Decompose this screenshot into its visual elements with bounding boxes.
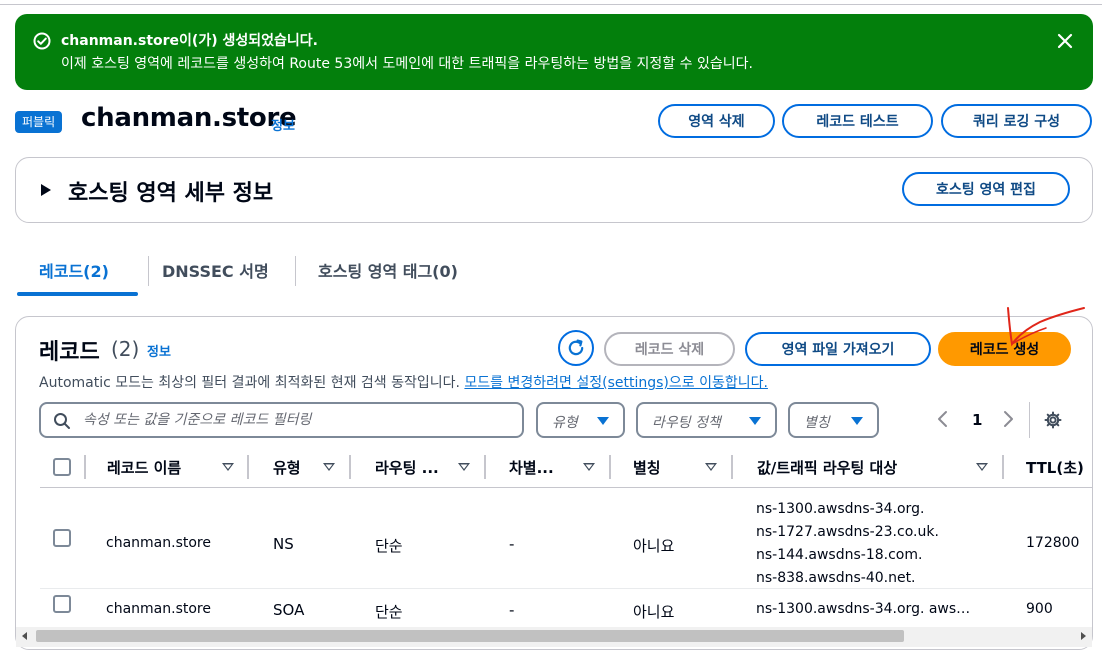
alias-filter-select[interactable]: 별칭 (788, 402, 879, 438)
differentiator-cell: - (509, 601, 515, 619)
test-record-button[interactable]: 레코드 테스트 (782, 104, 933, 138)
column-header-record-name[interactable]: 레코드 이름 (107, 457, 181, 478)
page-info-link[interactable]: 정보 (271, 115, 295, 134)
value-cell-line: ns-1300.awsdns-34.org. aws… (756, 601, 971, 617)
create-record-button[interactable]: 레코드 생성 (938, 332, 1071, 366)
column-header-type[interactable]: 유형 (273, 457, 301, 478)
delete-zone-button[interactable]: 영역 삭제 (658, 104, 775, 138)
details-title[interactable]: 호스팅 영역 세부 정보 (68, 175, 273, 207)
alias-cell: 아니요 (633, 603, 675, 621)
row-checkbox[interactable] (53, 529, 71, 547)
alias-filter-label: 별칭 (804, 415, 830, 431)
auto-mode-description: Automatic 모드는 최상의 필터 결과에 최적화된 현재 검색 동작입니… (39, 375, 460, 391)
change-mode-link[interactable]: 모드를 변경하려면 설정(settings)으로 이동합니다. (464, 375, 768, 391)
horizontal-scrollbar[interactable] (16, 627, 1092, 647)
refresh-icon (568, 339, 584, 356)
check-circle-icon (33, 32, 51, 50)
record-filter-search[interactable] (39, 402, 524, 438)
sort-down-icon[interactable] (976, 463, 988, 471)
chevron-right-icon[interactable] (1001, 409, 1015, 429)
type-filter-label: 유형 (552, 415, 578, 431)
column-divider (609, 455, 611, 479)
page-title: chanman.store (81, 103, 297, 133)
column-header-value[interactable]: 값/트래픽 라우팅 대상 (757, 457, 897, 478)
column-divider (484, 455, 486, 479)
delete-record-button[interactable]: 레코드 삭제 (604, 332, 735, 366)
value-cell-line: ns-144.awsdns-18.com. (756, 547, 923, 563)
ttl-cell: 900 (1026, 601, 1053, 617)
scroll-right-icon[interactable] (1079, 632, 1087, 640)
sort-down-icon[interactable] (222, 463, 234, 471)
public-badge: 퍼블릭 (15, 111, 63, 133)
search-input[interactable] (81, 408, 511, 432)
tab-dnssec[interactable]: DNSSEC 서명 (162, 258, 269, 282)
row-checkbox[interactable] (53, 595, 71, 613)
differentiator-cell: - (509, 535, 515, 553)
sort-down-icon[interactable] (583, 463, 595, 471)
pager-divider (1029, 402, 1030, 438)
tab-records[interactable]: 레코드(2) (39, 258, 109, 282)
success-flash: chanman.store이(가) 생성되었습니다. 이제 호스팅 영역에 레코… (15, 14, 1093, 90)
edit-hosted-zone-button[interactable]: 호스팅 영역 편집 (902, 172, 1070, 206)
top-divider (0, 0, 1102, 5)
table-header-divider (40, 487, 1092, 488)
active-tab-indicator (17, 292, 138, 296)
record-name-cell: chanman.store (106, 601, 211, 617)
records-info-link[interactable]: 정보 (147, 341, 171, 360)
close-icon[interactable] (1055, 31, 1075, 51)
select-all-checkbox[interactable] (53, 458, 71, 476)
value-cell-line: ns-1727.awsdns-23.co.uk. (756, 524, 939, 540)
column-header-differentiator[interactable]: 차별... (509, 457, 554, 478)
column-header-routing-policy[interactable]: 라우팅 ... (375, 457, 439, 478)
caret-down-icon (597, 417, 609, 425)
flash-title: chanman.store이(가) 생성되었습니다. (61, 33, 318, 49)
sort-down-icon[interactable] (705, 463, 717, 471)
value-cell-line: ns-838.awsdns-40.net. (756, 570, 916, 586)
column-divider (84, 455, 86, 479)
page-number[interactable]: 1 (972, 411, 982, 429)
column-divider (247, 455, 249, 479)
hosted-zone-details-panel: 호스팅 영역 세부 정보 호스팅 영역 편집 (15, 157, 1093, 223)
record-type-cell: SOA (273, 601, 305, 619)
routing-policy-cell: 단순 (375, 603, 403, 621)
chevron-left-icon[interactable] (936, 409, 950, 429)
records-panel: 레코드 (2) 정보 레코드 삭제 영역 파일 가져오기 레코드 생성 Auto… (15, 316, 1093, 650)
auto-mode-text: Automatic 모드는 최상의 필터 결과에 최적화된 현재 검색 동작입니… (39, 372, 768, 392)
scrollbar-thumb[interactable] (36, 630, 904, 642)
search-icon (54, 413, 70, 429)
scroll-left-icon[interactable] (21, 632, 29, 640)
caret-right-icon[interactable] (40, 183, 52, 197)
value-cell-line: ns-1300.awsdns-34.org. (756, 501, 925, 517)
row-divider (40, 588, 1092, 589)
sort-down-icon[interactable] (323, 463, 335, 471)
records-title: 레코드 (39, 340, 100, 365)
record-type-cell: NS (273, 535, 294, 553)
gear-icon[interactable] (1044, 411, 1062, 429)
alias-cell: 아니요 (633, 537, 675, 555)
ttl-cell: 172800 (1026, 535, 1080, 551)
caret-down-icon (749, 417, 761, 425)
column-divider (349, 455, 351, 479)
column-header-alias[interactable]: 별칭 (633, 457, 661, 478)
tab-hosted-zone-tags[interactable]: 호스팅 영역 태그(0) (318, 258, 458, 282)
query-logging-button[interactable]: 쿼리 로깅 구성 (941, 104, 1092, 138)
type-filter-select[interactable]: 유형 (536, 402, 625, 438)
column-divider (1002, 455, 1004, 479)
sort-down-icon[interactable] (458, 463, 470, 471)
routing-policy-filter-select[interactable]: 라우팅 정책 (636, 402, 777, 438)
routing-filter-label: 라우팅 정책 (652, 415, 721, 431)
import-zone-file-button[interactable]: 영역 파일 가져오기 (745, 332, 931, 366)
column-divider (731, 455, 733, 479)
routing-policy-cell: 단순 (375, 537, 403, 555)
tab-divider (295, 256, 296, 286)
flash-message: 이제 호스팅 영역에 레코드를 생성하여 Route 53에서 도메인에 대한 … (61, 56, 753, 72)
caret-down-icon (851, 417, 863, 425)
records-count: (2) (111, 337, 140, 361)
tab-divider (148, 256, 149, 286)
column-header-ttl[interactable]: TTL(초) (1026, 457, 1084, 478)
refresh-button[interactable] (558, 330, 594, 366)
record-name-cell: chanman.store (106, 535, 211, 551)
